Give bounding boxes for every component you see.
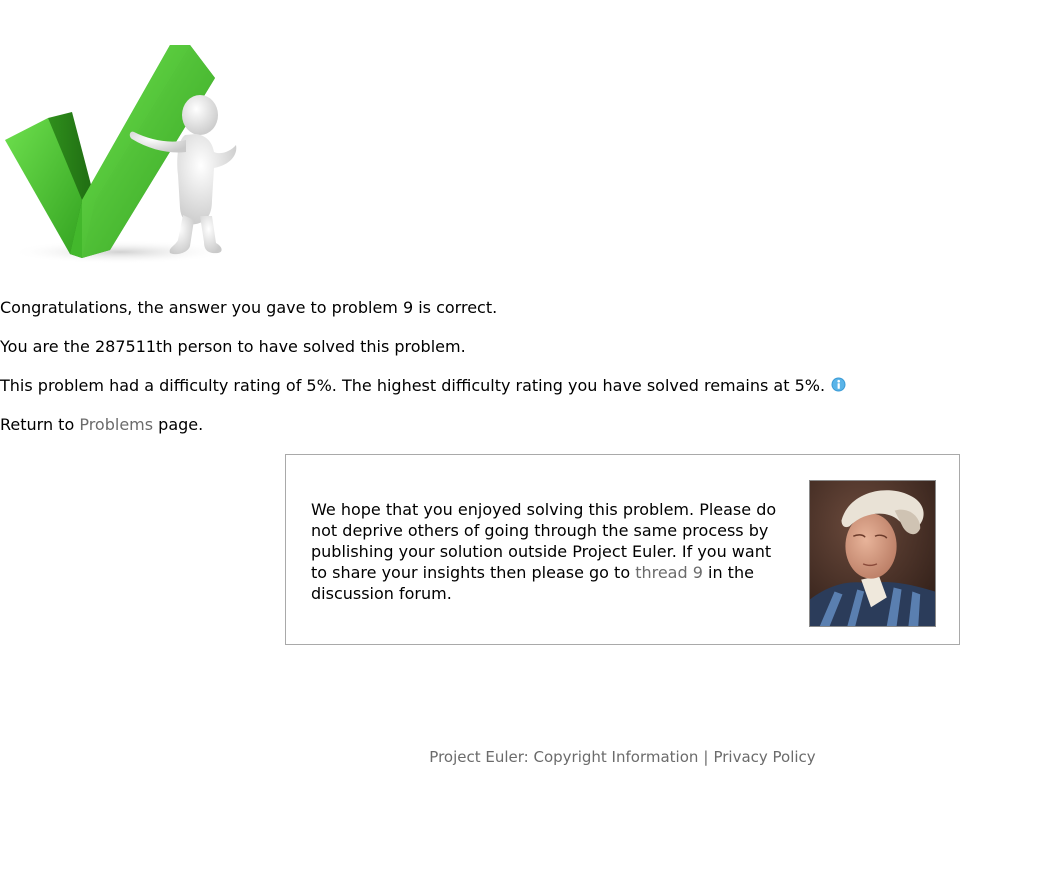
solver-count-message: You are the 287511th person to have solv… xyxy=(0,337,466,356)
thread-link[interactable]: thread 9 xyxy=(635,563,703,582)
footer-brand: Project Euler: xyxy=(429,748,534,766)
difficulty-message: This problem had a difficulty rating of … xyxy=(0,376,846,396)
spoiler-notice-box: We hope that you enjoyed solving this pr… xyxy=(285,454,960,645)
page: Congratulations, the answer you gave to … xyxy=(0,0,1055,874)
problems-link[interactable]: Problems xyxy=(79,415,153,434)
return-message: Return to Problems page. xyxy=(0,415,203,435)
footer: Project Euler: Copyright Information | Pri… xyxy=(0,747,1055,767)
difficulty-text: This problem had a difficulty rating of … xyxy=(0,376,826,395)
correct-answer-message: Congratulations, the answer you gave to … xyxy=(0,298,498,317)
privacy-policy-link[interactable]: Privacy Policy xyxy=(713,748,815,766)
spoiler-notice-text: We hope that you enjoyed solving this pr… xyxy=(311,499,781,604)
return-prefix: Return to xyxy=(0,415,80,434)
checkmark-figure-image xyxy=(5,45,237,264)
footer-separator: | xyxy=(703,748,709,766)
euler-portrait-image xyxy=(809,480,936,627)
info-icon[interactable] xyxy=(831,377,846,392)
copyright-link[interactable]: Copyright Information xyxy=(534,748,699,766)
return-suffix: page. xyxy=(153,415,204,434)
